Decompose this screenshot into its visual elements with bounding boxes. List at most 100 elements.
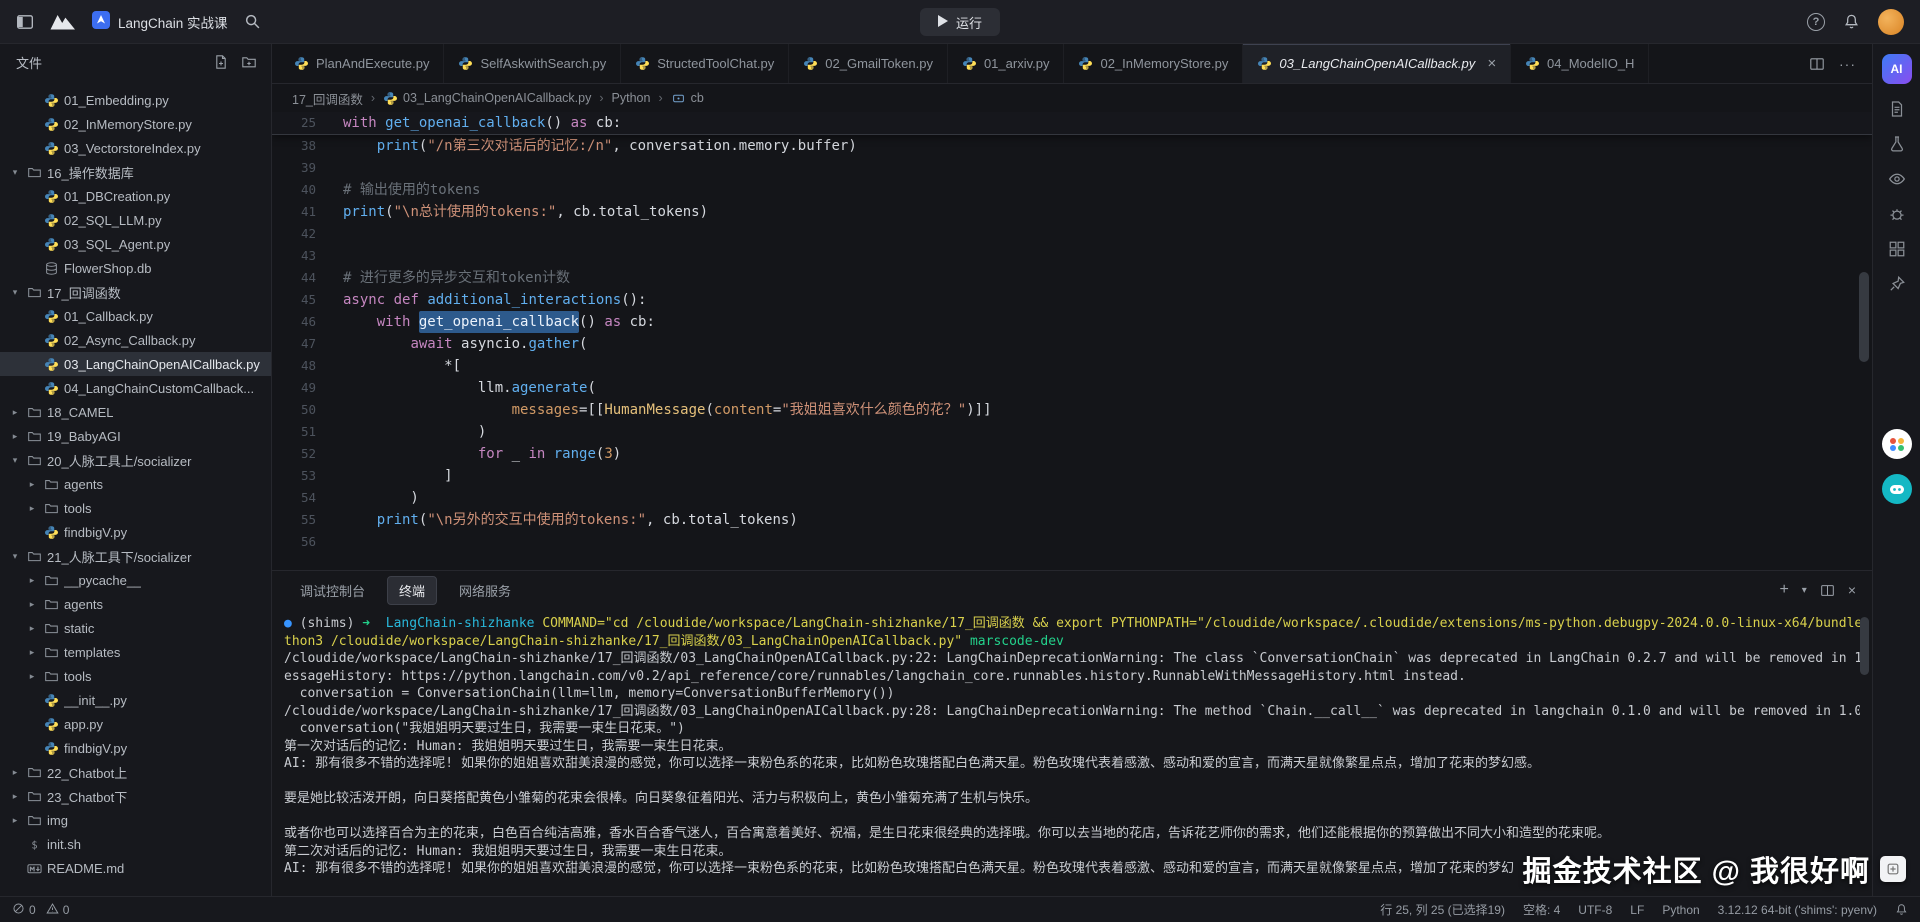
code-line[interactable]: 51 ) — [272, 421, 1872, 443]
chevron-right-icon[interactable]: ▸ — [8, 815, 22, 826]
code-editor[interactable]: 25with get_openai_callback() as cb: 38 p… — [272, 112, 1872, 570]
tree-item[interactable]: ▸18_CAMEL — [0, 400, 271, 424]
tree-item[interactable]: ▸agents — [0, 592, 271, 616]
code-line[interactable]: 40# 输出使用的tokens — [272, 179, 1872, 201]
chevron-down-icon[interactable]: ▾ — [8, 287, 22, 298]
close-panel-icon[interactable]: × — [1848, 582, 1856, 598]
chevron-right-icon[interactable]: ▸ — [25, 503, 39, 514]
code-line[interactable]: 47 await asyncio.gather( — [272, 333, 1872, 355]
editor-tab[interactable]: StructedToolChat.py — [621, 44, 789, 83]
sidebar-toggle-button[interactable] — [16, 13, 34, 31]
chevron-down-icon[interactable]: ▾ — [8, 551, 22, 562]
tree-item[interactable]: ▾21_人脉工具下/socializer — [0, 544, 271, 568]
debug-bug-icon[interactable] — [1887, 204, 1907, 224]
code-line[interactable]: 46 with get_openai_callback() as cb: — [272, 311, 1872, 333]
tree-item[interactable]: 02_InMemoryStore.py — [0, 112, 271, 136]
tree-item[interactable]: ▸tools — [0, 496, 271, 520]
chevron-right-icon[interactable]: ▸ — [25, 599, 39, 610]
chevron-right-icon[interactable]: ▸ — [8, 767, 22, 778]
notifications-bell-icon[interactable] — [1843, 13, 1860, 30]
tree-item[interactable]: ▸23_Chatbot下 — [0, 784, 271, 808]
tree-item[interactable]: findbigV.py — [0, 520, 271, 544]
tree-item[interactable]: 02_SQL_LLM.py — [0, 208, 271, 232]
breadcrumb-item[interactable]: 03_LangChainOpenAICallback.py — [383, 91, 591, 106]
breadcrumb-item[interactable]: cb — [671, 91, 704, 106]
chevron-right-icon[interactable]: ▸ — [25, 671, 39, 682]
tree-item[interactable]: app.py — [0, 712, 271, 736]
docs-icon[interactable] — [1887, 99, 1907, 119]
code-line[interactable]: 44# 进行更多的异步交互和token计数 — [272, 267, 1872, 289]
tree-item[interactable]: ▸22_Chatbot上 — [0, 760, 271, 784]
ai-panel-button[interactable]: AI — [1882, 54, 1912, 84]
tree-item[interactable]: ▸agents — [0, 472, 271, 496]
new-file-icon[interactable] — [213, 54, 229, 70]
status-item[interactable]: LF — [1630, 903, 1644, 917]
sticky-scroll-line[interactable]: 25with get_openai_callback() as cb: — [272, 112, 1872, 135]
chevron-down-icon[interactable]: ▾ — [8, 455, 22, 466]
pin-icon[interactable] — [1887, 274, 1907, 294]
tree-item[interactable]: 04_LangChainCustomCallback... — [0, 376, 271, 400]
new-terminal-icon[interactable]: + — [1779, 581, 1788, 599]
tree-item[interactable]: 03_SQL_Agent.py — [0, 232, 271, 256]
code-line[interactable]: 52 for _ in range(3) — [272, 443, 1872, 465]
file-tree[interactable]: 01_Embedding.py02_InMemoryStore.py03_Vec… — [0, 80, 271, 896]
code-line[interactable]: 41print("\n总计使用的tokens:", cb.total_token… — [272, 201, 1872, 223]
problems-indicator[interactable]: 0 0 — [12, 902, 69, 918]
editor-tab[interactable]: 03_LangChainOpenAICallback.py× — [1243, 44, 1511, 83]
run-button[interactable]: 运行 — [920, 8, 1000, 36]
breadcrumb-item[interactable]: 17_回调函数 — [292, 89, 363, 108]
status-item[interactable]: 行 25, 列 25 (已选择19) — [1380, 901, 1505, 918]
tree-item[interactable]: ▸img — [0, 808, 271, 832]
chevron-right-icon[interactable]: ▸ — [25, 623, 39, 634]
status-item[interactable]: UTF-8 — [1578, 903, 1612, 917]
code-line[interactable]: 53 ] — [272, 465, 1872, 487]
chevron-right-icon[interactable]: ▸ — [8, 431, 22, 442]
terminal-dropdown-icon[interactable]: ▾ — [1802, 585, 1807, 596]
more-actions-icon[interactable]: ··· — [1839, 56, 1856, 72]
chevron-right-icon[interactable]: ▸ — [25, 647, 39, 658]
tree-item[interactable]: ▸static — [0, 616, 271, 640]
code-line[interactable]: 50 messages=[[HumanMessage(content="我姐姐喜… — [272, 399, 1872, 421]
editor-tab[interactable]: SelfAskwithSearch.py — [444, 44, 621, 83]
split-panel-icon[interactable] — [1820, 583, 1835, 598]
tree-item[interactable]: ▾20_人脉工具上/socializer — [0, 448, 271, 472]
tree-item[interactable]: 01_Embedding.py — [0, 88, 271, 112]
code-line[interactable]: 39 — [272, 157, 1872, 179]
chevron-right-icon[interactable]: ▸ — [8, 791, 22, 802]
tree-item[interactable]: FlowerShop.db — [0, 256, 271, 280]
code-line[interactable]: 54 ) — [272, 487, 1872, 509]
tree-item[interactable]: ▸templates — [0, 640, 271, 664]
code-line[interactable]: 25with get_openai_callback() as cb: — [272, 112, 1872, 134]
extensions-grid-icon[interactable] — [1887, 239, 1907, 259]
tree-item[interactable]: README.md — [0, 856, 271, 880]
editor-tab[interactable]: PlanAndExecute.py — [280, 44, 444, 83]
status-item[interactable]: Python — [1662, 903, 1699, 917]
chevron-right-icon[interactable]: ▸ — [8, 407, 22, 418]
editor-tab[interactable]: 01_arxiv.py — [948, 44, 1065, 83]
tree-item[interactable]: 03_LangChainOpenAICallback.py — [0, 352, 271, 376]
tab-close-icon[interactable]: × — [1487, 56, 1496, 71]
tree-item[interactable]: ▸__pycache__ — [0, 568, 271, 592]
editor-tab[interactable]: 02_GmailToken.py — [789, 44, 948, 83]
test-flask-icon[interactable] — [1887, 134, 1907, 154]
code-line[interactable]: 38 print("/n第三次对话后的记忆:/n", conversation.… — [272, 135, 1872, 157]
user-avatar[interactable] — [1878, 9, 1904, 35]
tree-item[interactable]: ▾17_回调函数 — [0, 280, 271, 304]
terminal[interactable]: ● (shims) ➜ LangChain-shizhanke COMMAND=… — [272, 609, 1872, 896]
code-line[interactable]: 45async def additional_interactions(): — [272, 289, 1872, 311]
code-line[interactable]: 48 *[ — [272, 355, 1872, 377]
breadcrumb-item[interactable]: Python — [612, 91, 651, 105]
tree-item[interactable]: 01_DBCreation.py — [0, 184, 271, 208]
code-line[interactable]: 43 — [272, 245, 1872, 267]
ai-assistant-avatar[interactable] — [1882, 474, 1912, 504]
split-editor-icon[interactable] — [1809, 56, 1825, 72]
chevron-right-icon[interactable]: ▸ — [25, 575, 39, 586]
editor-tab[interactable]: 04_ModelIO_H — [1511, 44, 1649, 83]
terminal-scrollbar[interactable] — [1860, 617, 1869, 675]
tree-item[interactable]: 03_VectorstoreIndex.py — [0, 136, 271, 160]
tree-item[interactable]: ▸tools — [0, 664, 271, 688]
chevron-right-icon[interactable]: ▸ — [25, 479, 39, 490]
code-line[interactable]: 42 — [272, 223, 1872, 245]
tree-item[interactable]: ▾16_操作数据库 — [0, 160, 271, 184]
new-folder-icon[interactable] — [241, 54, 257, 70]
